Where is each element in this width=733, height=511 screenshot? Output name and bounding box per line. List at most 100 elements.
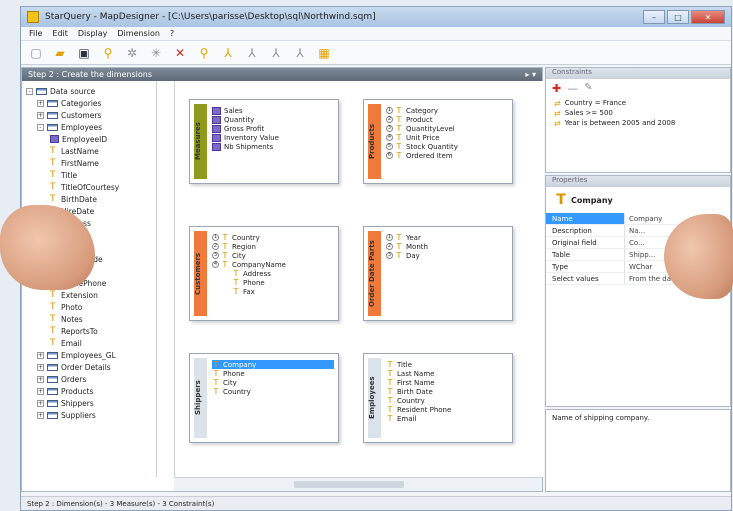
expand-icon[interactable]: +: [37, 363, 44, 371]
dimension-item[interactable]: T Email: [386, 414, 508, 423]
tree-item[interactable]: T Notes: [26, 313, 156, 325]
remove-constraint-icon[interactable]: —: [567, 82, 578, 95]
dimension-item[interactable]: 3 T Day: [386, 251, 508, 260]
open-icon[interactable]: ▰: [51, 44, 69, 62]
tree-item[interactable]: T Email: [26, 337, 156, 349]
dimension-item[interactable]: 3 T QuantityLevel: [386, 124, 508, 133]
tree-item[interactable]: + Shippers: [26, 397, 156, 409]
tree-item[interactable]: + Orders: [26, 373, 156, 385]
customers-box[interactable]: Customers 1 T Country 2 T Region 3 T City 4 T Compa…: [189, 226, 339, 321]
dimension-item[interactable]: T Birth Date: [386, 387, 508, 396]
scroll-thumb[interactable]: [294, 481, 404, 488]
constraint-row[interactable]: ⇄ Country = France: [546, 98, 730, 108]
constraint-row[interactable]: ⇄ Sales >= 500: [546, 108, 730, 118]
tree-root[interactable]: - Data source: [26, 85, 156, 97]
tree-item[interactable]: T BirthDate: [26, 193, 156, 205]
shippers-box[interactable]: Shippers T Company T Phone T City T Country: [189, 353, 339, 443]
expand-icon[interactable]: +: [37, 351, 44, 359]
hierarchy-left-icon[interactable]: ⅄: [243, 44, 261, 62]
expand-icon[interactable]: +: [37, 387, 44, 395]
dimension-item[interactable]: T Company: [212, 360, 334, 369]
tree-item[interactable]: + Order Details: [26, 361, 156, 373]
dimension-item[interactable]: 2 T Month: [386, 242, 508, 251]
grid-icon[interactable]: ▦: [315, 44, 333, 62]
dimension-item[interactable]: 4 T Unit Price: [386, 133, 508, 142]
dimension-item[interactable]: T Country: [212, 387, 334, 396]
tree-item[interactable]: T Photo: [26, 301, 156, 313]
orderdate-box[interactable]: Order Date Parts 1 T Year 2 T Month 3 T Day: [363, 226, 513, 321]
dimension-subitem[interactable]: T Fax: [212, 287, 334, 296]
horizontal-scrollbar[interactable]: [174, 477, 542, 491]
dimension-item[interactable]: 5 T Stock Quantity: [386, 142, 508, 151]
menu-display[interactable]: Display: [78, 29, 108, 38]
dimension-item[interactable]: 4 T CompanyName: [212, 260, 334, 269]
delete-icon[interactable]: ✕: [171, 44, 189, 62]
expand-icon[interactable]: +: [37, 375, 44, 383]
add-dimension-icon[interactable]: ⚲: [99, 44, 117, 62]
save-icon[interactable]: ▣: [75, 44, 93, 62]
dimension-subitem[interactable]: T Address: [212, 269, 334, 278]
tree-item[interactable]: T LastName: [26, 145, 156, 157]
tree-item[interactable]: T ReportsTo: [26, 325, 156, 337]
dimension-item[interactable]: 1 T Country: [212, 233, 334, 242]
tree-item[interactable]: T Extension: [26, 289, 156, 301]
dimension-item[interactable]: 3 T City: [212, 251, 334, 260]
expand-icon[interactable]: +: [37, 411, 44, 419]
dimension-subitem[interactable]: T Phone: [212, 278, 334, 287]
tree-item[interactable]: T FirstName: [26, 157, 156, 169]
hierarchy-down-icon[interactable]: ⅄: [291, 44, 309, 62]
tree-item[interactable]: - Employees: [26, 121, 156, 133]
expand-icon[interactable]: +: [37, 111, 44, 119]
hierarchy-icon[interactable]: ⅄: [219, 44, 237, 62]
constraint-row[interactable]: ⇄ Year is between 2005 and 2008: [546, 118, 730, 128]
tree-item[interactable]: + Categories: [26, 97, 156, 109]
dimension-item[interactable]: T Last Name: [386, 369, 508, 378]
dimension-item[interactable]: 1 T Category: [386, 106, 508, 115]
maximize-button[interactable]: □: [667, 10, 689, 24]
expand-icon[interactable]: +: [37, 399, 44, 407]
tree-item[interactable]: + Employees_GL: [26, 349, 156, 361]
dimension-item[interactable]: 1 T Year: [386, 233, 508, 242]
dimension-item[interactable]: T City: [212, 378, 334, 387]
dimension-item[interactable]: T First Name: [386, 378, 508, 387]
tree-item[interactable]: + Suppliers: [26, 409, 156, 421]
dimension-item[interactable]: Sales: [212, 106, 334, 115]
dimension-item[interactable]: T Phone: [212, 369, 334, 378]
menu-help[interactable]: ?: [170, 29, 174, 38]
dimension-item[interactable]: Gross Profit: [212, 124, 334, 133]
refresh-icon[interactable]: ✳: [147, 44, 165, 62]
close-button[interactable]: ✕: [691, 10, 725, 24]
measures-box[interactable]: Measures Sales Quantity Gross Profit Invent…: [189, 99, 339, 184]
tree-item[interactable]: + Products: [26, 385, 156, 397]
employees-box[interactable]: Employees T Title T Last Name T First Name T Bi…: [363, 353, 513, 443]
search-icon[interactable]: ⚲: [195, 44, 213, 62]
title-bar[interactable]: StarQuery - MapDesigner - [C:\Users\pari…: [21, 7, 731, 27]
menu-file[interactable]: File: [29, 29, 42, 38]
dimension-item[interactable]: Inventory Value: [212, 133, 334, 142]
dimension-item[interactable]: Nb Shipments: [212, 142, 334, 151]
dimension-item[interactable]: T Resident Phone: [386, 405, 508, 414]
dimension-canvas[interactable]: Measures Sales Quantity Gross Profit Invent…: [174, 81, 544, 477]
add-constraint-icon[interactable]: ✚: [552, 82, 561, 95]
products-box[interactable]: Products 1 T Category 2 T Product 3 T QuantityLe…: [363, 99, 513, 184]
collapse-icon[interactable]: -: [26, 87, 33, 95]
tree-item[interactable]: T TitleOfCourtesy: [26, 181, 156, 193]
menu-edit[interactable]: Edit: [52, 29, 68, 38]
dimension-item[interactable]: T Country: [386, 396, 508, 405]
expand-icon[interactable]: +: [37, 99, 44, 107]
tree-item[interactable]: T Title: [26, 169, 156, 181]
dimension-item[interactable]: T Title: [386, 360, 508, 369]
hierarchy-right-icon[interactable]: ⅄: [267, 44, 285, 62]
dimension-item[interactable]: 2 T Region: [212, 242, 334, 251]
dimension-item[interactable]: 6 T Ordered Item: [386, 151, 508, 160]
new-icon[interactable]: ▢: [27, 44, 45, 62]
tree-item[interactable]: EmployeeID: [26, 133, 156, 145]
edit-constraint-icon[interactable]: ✎: [584, 82, 592, 95]
tree-item[interactable]: + Customers: [26, 109, 156, 121]
panel-controls-icon[interactable]: ▸ ▾: [525, 70, 536, 79]
dimension-item[interactable]: Quantity: [212, 115, 334, 124]
minimize-button[interactable]: –: [643, 10, 665, 24]
dimension-item[interactable]: 2 T Product: [386, 115, 508, 124]
menu-dimension[interactable]: Dimension: [117, 29, 160, 38]
settings-icon[interactable]: ✲: [123, 44, 141, 62]
